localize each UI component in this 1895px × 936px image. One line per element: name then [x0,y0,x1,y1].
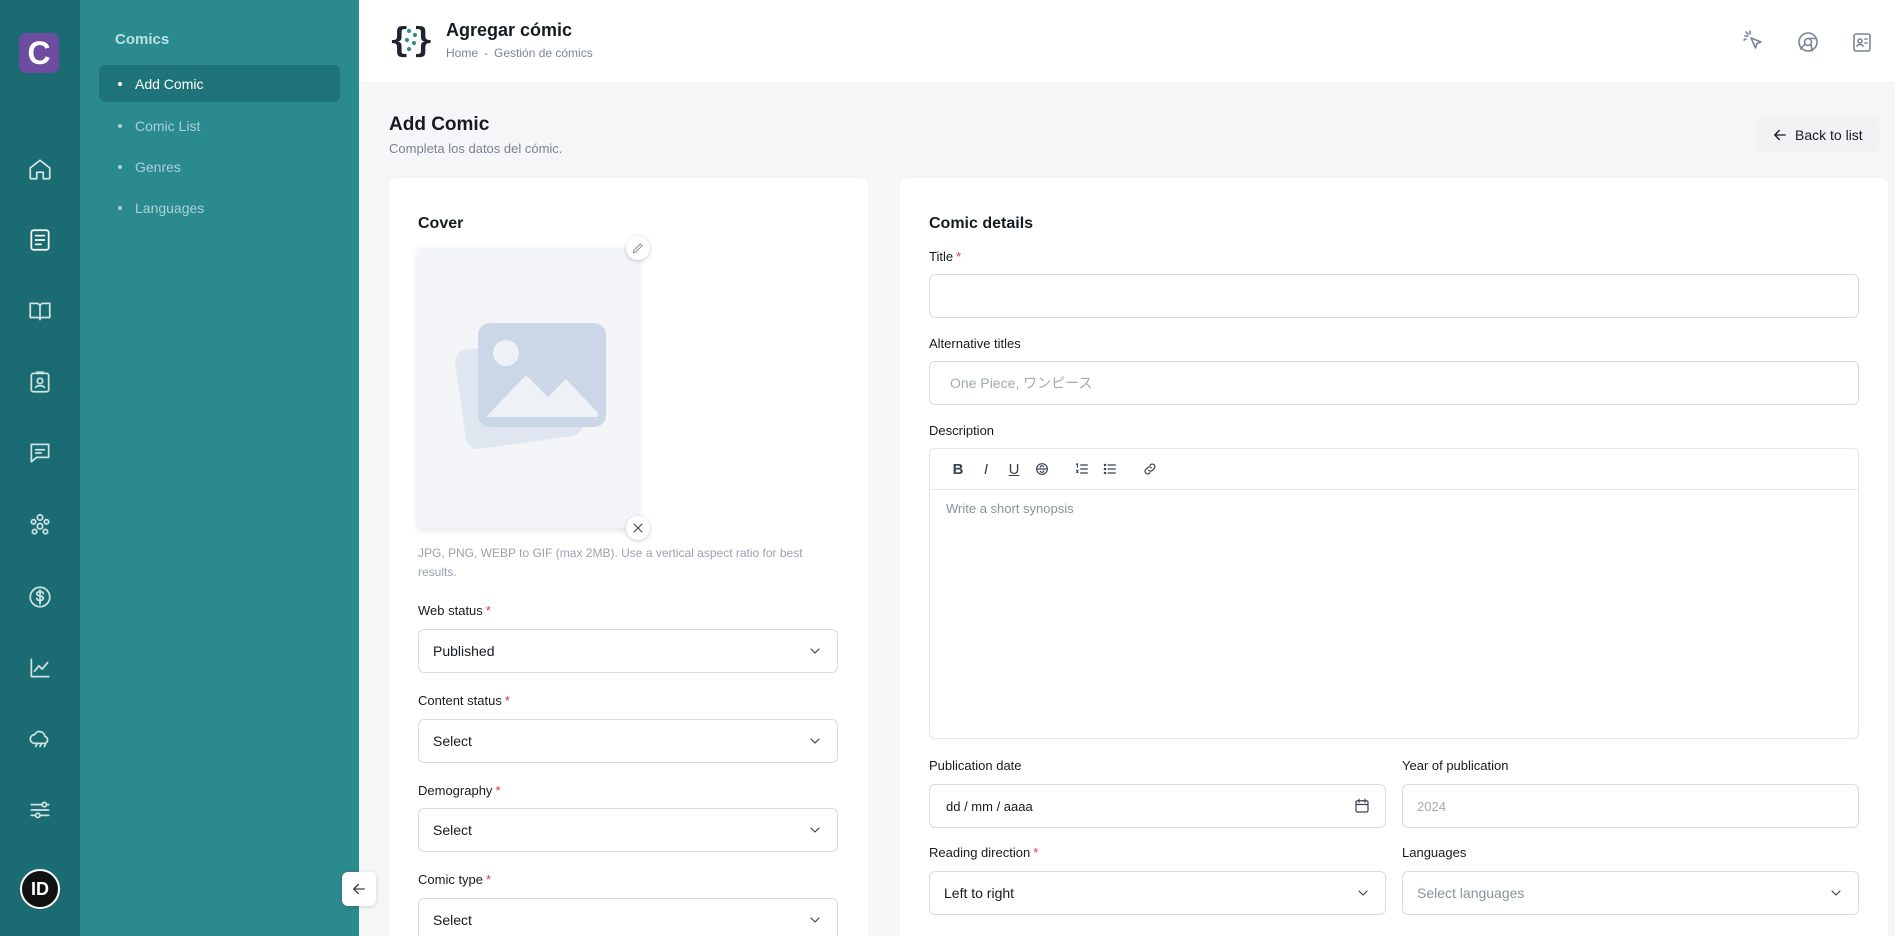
publication-date-input[interactable]: dd / mm / aaaa [929,784,1386,828]
subnav-title: Comics [115,31,170,48]
content-status-select[interactable]: Select [418,719,838,763]
document-list-icon[interactable] [26,226,54,254]
bullet-list-button[interactable] [1096,455,1124,483]
home-icon[interactable] [26,155,54,183]
browser-icon[interactable] [1794,28,1822,56]
calendar-icon[interactable] [1353,797,1371,815]
strikethrough-button[interactable] [1028,455,1056,483]
breadcrumb-current: Gestión de cómics [494,46,593,60]
chevron-down-icon [1355,885,1371,901]
title-label: Title * [929,249,962,264]
contact-card-icon[interactable] [1848,28,1876,56]
description-editor[interactable]: Write a short synopsis [929,489,1859,739]
breadcrumb: Home - Gestión de cómics [446,46,593,60]
year-of-publication-input[interactable]: 2024 [1402,784,1859,828]
chevron-down-icon [807,643,823,659]
header-title: Agregar cómic [446,20,573,40]
breadcrumb-separator: - [484,46,489,60]
comic-type-value: Select [433,912,472,928]
web-status-label: Web status * [418,603,491,618]
cursor-click-icon[interactable] [1740,28,1768,56]
description-label: Description [929,423,995,438]
image-placeholder-icon [455,323,606,450]
chart-icon[interactable] [26,654,54,682]
dollar-icon[interactable] [26,583,54,611]
subnav-item-languages[interactable]: Languages [99,189,340,226]
publication-date-label: Publication date [929,758,1022,773]
chevron-down-icon [807,733,823,749]
chevron-down-icon [807,912,823,928]
pencil-icon [632,243,643,254]
close-icon [633,523,643,533]
svg-text:}: } [413,21,433,60]
bold-button[interactable]: B [944,455,972,483]
collapse-sidebar-button[interactable] [342,872,376,906]
publication-date-value: dd / mm / aaaa [946,798,1033,814]
app-logo[interactable]: C [19,33,59,73]
page-subtitle: Completa los datos del cómic. [389,141,563,156]
reading-direction-label: Reading direction * [929,845,1039,860]
year-of-publication-label: Year of publication [1402,758,1509,773]
details-title: Comic details [929,215,1034,232]
page-title: Add Comic [389,114,490,135]
ordered-list-icon [1076,463,1088,474]
comic-type-label: Comic type * [418,872,492,887]
web-status-value: Published [433,643,495,659]
arrow-left-icon [1774,129,1786,141]
reading-direction-select[interactable]: Left to right [929,871,1386,915]
languages-label: Languages [1402,845,1467,860]
editor-toolbar: B I U [929,448,1859,490]
icon-rail: C ID [0,0,80,936]
back-to-list-label: Back to list [1795,127,1863,143]
users-icon[interactable] [26,510,54,538]
web-status-select[interactable]: Published [418,629,838,673]
cloud-icon[interactable] [26,725,54,753]
bullet-list-icon [1103,463,1116,475]
subnav-item-add-comic[interactable]: Add Comic [99,65,340,102]
sub-navigation: Comics Add Comic Comic List Genres Langu… [80,0,359,936]
cover-image-dropzone[interactable] [418,248,638,528]
alternative-titles-label: Alternative titles [929,336,1021,351]
reading-direction-value: Left to right [944,885,1015,901]
sliders-icon[interactable] [26,796,54,824]
content-status-label: Content status * [418,693,510,708]
underline-button[interactable]: U [1000,455,1028,483]
clipboard-user-icon[interactable] [26,368,54,396]
remove-cover-button[interactable] [626,516,650,540]
content-status-value: Select [433,733,472,749]
alternative-titles-input[interactable]: One Piece, ワンピース [929,361,1859,405]
comic-details-card: Comic details Title * Alternative titles … [900,178,1888,936]
book-open-icon[interactable] [26,297,54,325]
cover-card: Cover JPG, PNG, WEBP to GIF (max 2MB). U… [389,178,868,936]
chat-icon[interactable] [26,439,54,467]
languages-select[interactable]: Select languages [1402,871,1859,915]
cover-title: Cover [418,215,464,232]
ordered-list-button[interactable] [1068,455,1096,483]
demography-value: Select [433,822,472,838]
italic-button[interactable]: I [972,455,1000,483]
user-avatar[interactable]: ID [20,869,60,909]
demography-label: Demography * [418,783,501,798]
back-to-list-button[interactable]: Back to list [1755,117,1879,153]
braces-logo-icon: { } [389,21,433,60]
title-input[interactable] [929,274,1859,318]
top-bar: { } Agregar cómic Home - Gestión de cómi… [359,0,1895,82]
cover-hint: JPG, PNG, WEBP to GIF (max 2MB). Use a v… [418,546,803,579]
chevron-down-icon [1828,885,1844,901]
comic-type-select[interactable]: Select [418,898,838,936]
arrow-left-icon [353,883,365,895]
link-icon [1144,463,1156,475]
demography-select[interactable]: Select [418,808,838,852]
link-button[interactable] [1136,455,1164,483]
languages-placeholder: Select languages [1417,885,1525,901]
strikethrough-icon [1036,463,1048,475]
subnav-item-genres[interactable]: Genres [99,148,340,185]
edit-cover-button[interactable] [626,236,650,260]
subnav-item-comic-list[interactable]: Comic List [99,107,340,144]
chevron-down-icon [807,822,823,838]
breadcrumb-home[interactable]: Home [446,46,478,60]
